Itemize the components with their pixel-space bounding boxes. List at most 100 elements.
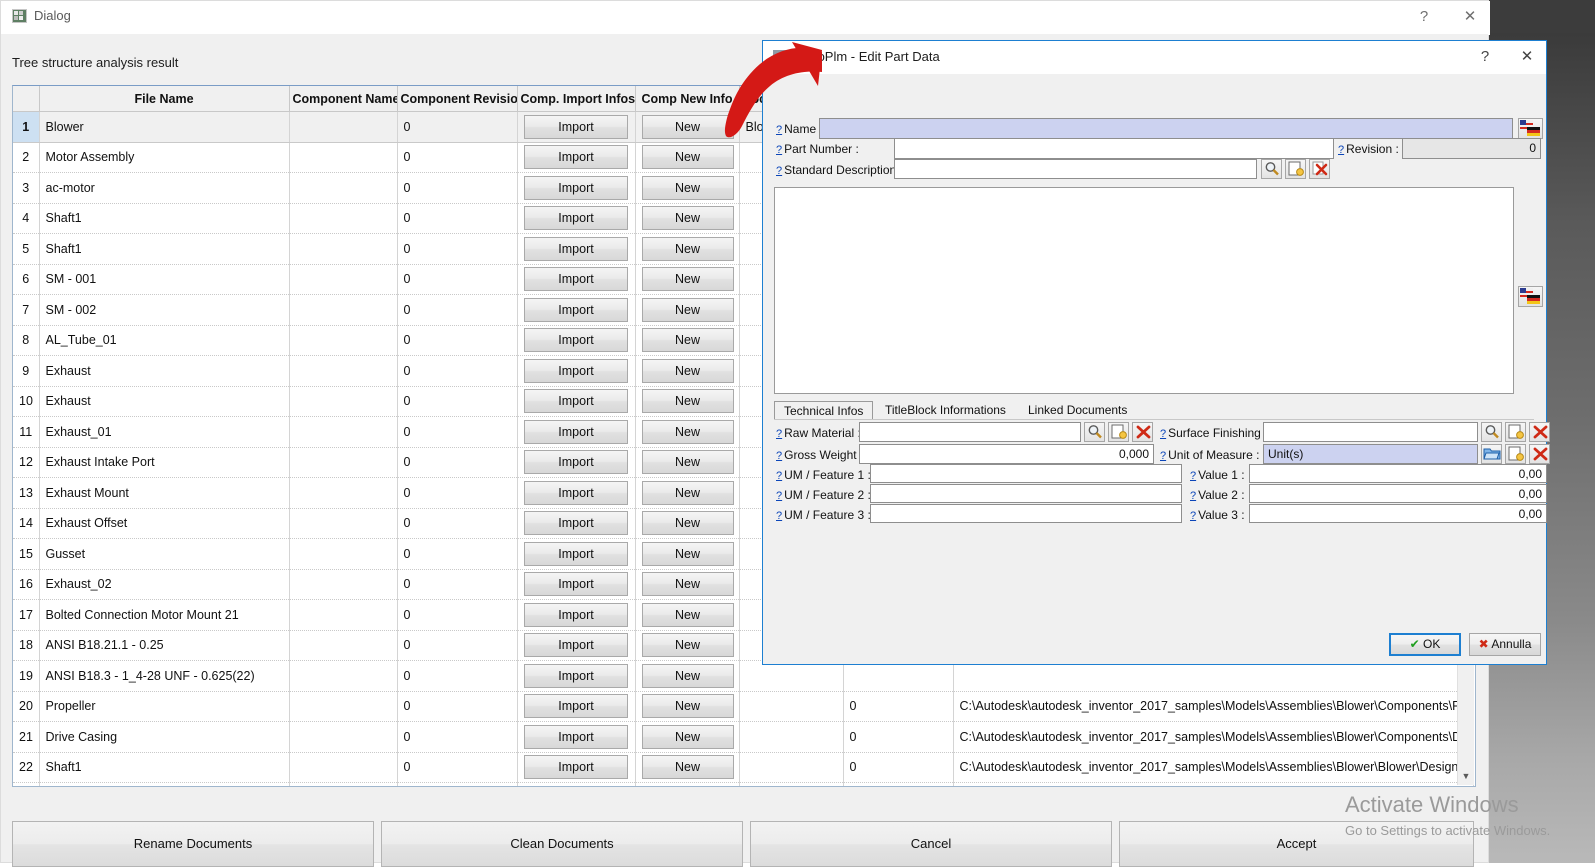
raw-material-help-icon[interactable]: ? xyxy=(776,428,782,440)
header-component-revision[interactable]: Component Revision xyxy=(397,86,517,112)
new-button[interactable]: New xyxy=(642,481,734,505)
new-button[interactable]: New xyxy=(642,633,734,657)
import-button[interactable]: Import xyxy=(524,725,628,749)
new-button[interactable]: New xyxy=(642,176,734,200)
value-1-help-icon[interactable]: ? xyxy=(1190,470,1196,482)
um-feature-1-help-icon[interactable]: ? xyxy=(776,470,782,482)
surface-finishing-search-icon[interactable] xyxy=(1481,422,1502,442)
annulla-button[interactable]: ✖ Annulla xyxy=(1469,633,1541,656)
tab-linked-documents[interactable]: Linked Documents xyxy=(1019,401,1136,420)
um-feature-1-input[interactable] xyxy=(870,464,1182,483)
name-help-icon[interactable]: ? xyxy=(776,124,782,136)
unit-of-measure-open-folder-icon[interactable] xyxy=(1481,444,1502,464)
header-file-name[interactable]: File Name xyxy=(39,86,289,112)
import-button[interactable]: Import xyxy=(524,298,628,322)
header-comp-import-infos[interactable]: Comp. Import Infos xyxy=(517,86,635,112)
new-button[interactable]: New xyxy=(642,298,734,322)
standard-description-input[interactable] xyxy=(894,159,1257,179)
table-row[interactable]: 22Shaft10ImportNew0C:\Autodesk\autodesk_… xyxy=(13,752,1473,783)
new-button[interactable]: New xyxy=(642,694,734,718)
tab-titleblock-informations[interactable]: TitleBlock Informations xyxy=(876,401,1015,420)
new-button[interactable]: New xyxy=(642,359,734,383)
raw-material-search-icon[interactable] xyxy=(1084,422,1105,442)
surface-finishing-help-icon[interactable]: ? xyxy=(1160,428,1166,440)
table-row[interactable]: 20Propeller0ImportNew0C:\Autodesk\autode… xyxy=(13,691,1473,722)
ok-button[interactable]: ✔ OK xyxy=(1389,633,1461,656)
name-translate-flags-icon[interactable] xyxy=(1518,118,1543,139)
new-button[interactable]: New xyxy=(642,267,734,291)
dialog-help-button[interactable]: ? xyxy=(1465,43,1505,71)
gross-weight-help-icon[interactable]: ? xyxy=(776,450,782,462)
raw-material-input[interactable] xyxy=(859,422,1081,442)
import-button[interactable]: Import xyxy=(524,755,628,779)
value-2-help-icon[interactable]: ? xyxy=(1190,490,1196,502)
standard-description-delete-icon[interactable] xyxy=(1309,159,1330,179)
part-number-help-icon[interactable]: ? xyxy=(776,144,782,156)
table-row[interactable]: 19ANSI B18.3 - 1_4-28 UNF - 0.625(22)0Im… xyxy=(13,661,1473,692)
new-button[interactable]: New xyxy=(642,328,734,352)
new-button[interactable]: New xyxy=(642,450,734,474)
import-button[interactable]: Import xyxy=(524,176,628,200)
new-button[interactable]: New xyxy=(642,237,734,261)
new-button[interactable]: New xyxy=(642,786,734,787)
main-help-button[interactable]: ? xyxy=(1401,1,1447,32)
gross-weight-input[interactable]: 0,000 xyxy=(859,444,1154,464)
name-input[interactable] xyxy=(819,118,1513,139)
new-button[interactable]: New xyxy=(642,755,734,779)
import-button[interactable]: Import xyxy=(524,481,628,505)
import-button[interactable]: Import xyxy=(524,206,628,230)
new-button[interactable]: New xyxy=(642,572,734,596)
import-button[interactable]: Import xyxy=(524,267,628,291)
cancel-button[interactable]: Cancel xyxy=(750,821,1112,867)
import-button[interactable]: Import xyxy=(524,145,628,169)
new-button[interactable]: New xyxy=(642,420,734,444)
value-2-input[interactable]: 0,00 xyxy=(1249,484,1547,503)
import-button[interactable]: Import xyxy=(524,237,628,261)
um-feature-2-input[interactable] xyxy=(870,484,1182,503)
main-close-button[interactable]: ✕ xyxy=(1447,1,1493,32)
revision-help-icon[interactable]: ? xyxy=(1338,144,1344,156)
standard-description-help-icon[interactable]: ? xyxy=(776,165,782,177)
value-3-help-icon[interactable]: ? xyxy=(1190,510,1196,522)
standard-description-edit-icon[interactable] xyxy=(1285,159,1306,179)
import-button[interactable]: Import xyxy=(524,633,628,657)
raw-material-delete-icon[interactable] xyxy=(1132,422,1153,442)
unit-of-measure-delete-icon[interactable] xyxy=(1529,444,1550,464)
import-button[interactable]: Import xyxy=(524,328,628,352)
dialog-close-button[interactable]: ✕ xyxy=(1507,43,1547,71)
header-component-name[interactable]: Component Name xyxy=(289,86,397,112)
header-comp-new-info[interactable]: Comp New Info xyxy=(635,86,739,112)
import-button[interactable]: Import xyxy=(524,389,628,413)
rename-documents-button[interactable]: Rename Documents xyxy=(12,821,374,867)
surface-finishing-edit-icon[interactable] xyxy=(1505,422,1526,442)
part-number-input[interactable] xyxy=(894,138,1334,159)
standard-description-search-icon[interactable] xyxy=(1261,159,1282,179)
um-feature-2-help-icon[interactable]: ? xyxy=(776,490,782,502)
description-translate-flags-icon[interactable] xyxy=(1518,286,1543,307)
accept-button[interactable]: Accept xyxy=(1119,821,1474,867)
table-row[interactable]: 21Drive Casing0ImportNew0C:\Autodesk\aut… xyxy=(13,722,1473,753)
import-button[interactable]: Import xyxy=(524,542,628,566)
new-button[interactable]: New xyxy=(642,511,734,535)
import-button[interactable]: Import xyxy=(524,420,628,444)
new-button[interactable]: New xyxy=(642,115,734,139)
unit-of-measure-input[interactable]: Unit(s) xyxy=(1263,444,1478,464)
scroll-down-arrow[interactable]: ▼ xyxy=(1458,768,1474,785)
new-button[interactable]: New xyxy=(642,664,734,688)
import-button[interactable]: Import xyxy=(524,572,628,596)
surface-finishing-input[interactable] xyxy=(1263,422,1478,442)
import-button[interactable]: Import xyxy=(524,603,628,627)
import-button[interactable]: Import xyxy=(524,115,628,139)
import-button[interactable]: Import xyxy=(524,786,628,787)
unit-of-measure-help-icon[interactable]: ? xyxy=(1160,450,1166,462)
new-button[interactable]: New xyxy=(642,542,734,566)
new-button[interactable]: New xyxy=(642,145,734,169)
tab-technical-infos[interactable]: Technical Infos xyxy=(774,401,873,420)
new-button[interactable]: New xyxy=(642,603,734,627)
clean-documents-button[interactable]: Clean Documents xyxy=(381,821,743,867)
table-row[interactable]: 23Shaft10ImportNew0C:\Autodesk\autodesk_… xyxy=(13,783,1473,788)
unit-of-measure-edit-icon[interactable] xyxy=(1505,444,1526,464)
raw-material-edit-icon[interactable] xyxy=(1108,422,1129,442)
value-1-input[interactable]: 0,00 xyxy=(1249,464,1547,483)
import-button[interactable]: Import xyxy=(524,511,628,535)
